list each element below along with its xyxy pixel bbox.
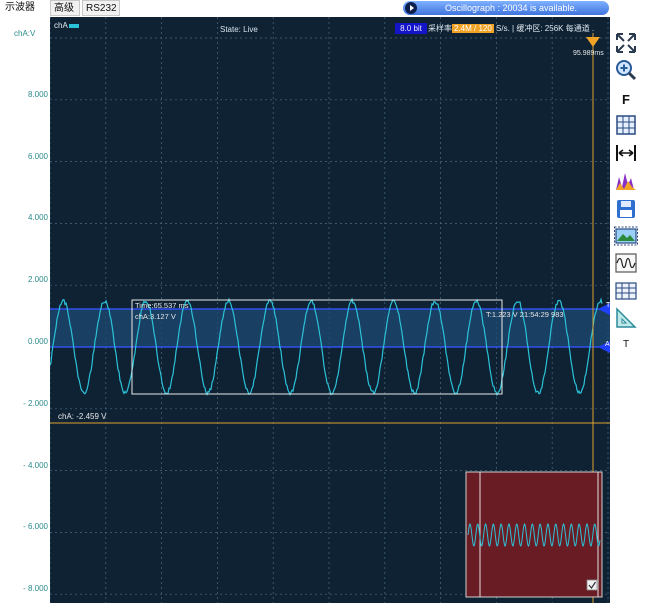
- spectrum-icon: [614, 169, 638, 193]
- measure-time: Time:65.537 ms: [135, 301, 189, 310]
- play-icon[interactable]: [405, 2, 417, 14]
- save-button[interactable]: [612, 196, 640, 222]
- zoom-button[interactable]: [612, 57, 640, 83]
- ruler-button[interactable]: [612, 305, 640, 331]
- availability-notice[interactable]: Oscillograph : 20034 is available.: [403, 1, 609, 15]
- trigger-time-marker[interactable]: [586, 37, 600, 47]
- trigger-info: T:1.223 V 21:54:29 983: [486, 310, 564, 319]
- spectrum-button[interactable]: [612, 168, 640, 194]
- grid-icon: [614, 113, 638, 137]
- screenshot-icon: [614, 224, 638, 248]
- top-tab-bar: 示波器 高级 RS232 Oscillograph : 20034 is ava…: [0, 0, 650, 17]
- save-icon: [614, 197, 638, 221]
- bit-depth-badge: 8.0 bit: [395, 23, 427, 34]
- cursor-voltage-label: chA: -2.459 V: [58, 412, 106, 421]
- wave-button[interactable]: [612, 250, 640, 276]
- channel-marker-label: A: [605, 341, 610, 348]
- y-tick-label: 0.000: [4, 337, 48, 346]
- sample-rate-badge[interactable]: 2.4M / 120: [452, 24, 494, 33]
- y-tick-label: - 2.000: [4, 399, 48, 408]
- tab-rs232[interactable]: RS232: [82, 0, 120, 16]
- measure-width-button[interactable]: [612, 140, 640, 166]
- y-tick-label: - 8.000: [4, 584, 48, 593]
- f-icon: F: [622, 92, 630, 107]
- notice-text: Oscillograph : 20034 is available.: [445, 3, 577, 13]
- tab-advanced[interactable]: 高级: [50, 0, 80, 16]
- wave-icon: [614, 251, 638, 275]
- y-tick-label: 8.000: [4, 90, 48, 99]
- y-tick-label: 6.000: [4, 152, 48, 161]
- ruler-icon: [614, 306, 638, 330]
- measure-voltage: chA:3.127 V: [135, 312, 176, 321]
- y-tick-label: - 4.000: [4, 461, 48, 470]
- state-label: State: Live: [220, 25, 258, 34]
- trigger-time-readout: 95.989ms: [573, 50, 604, 57]
- table-icon: [614, 279, 638, 303]
- overview-checkbox[interactable]: [587, 580, 597, 590]
- y-tick-label: - 6.000: [4, 522, 48, 531]
- fit-screen-icon: [614, 31, 638, 55]
- tab-oscilloscope[interactable]: 示波器: [2, 0, 46, 16]
- oscilloscope-display[interactable]: chA State: Live 8.0 bit 采样率 2.4M / 120 S/…: [50, 17, 610, 603]
- screenshot-button[interactable]: [612, 223, 640, 249]
- grid-button[interactable]: [612, 112, 640, 138]
- zoom-icon: [614, 58, 638, 82]
- channel-label[interactable]: chA: [54, 21, 79, 30]
- table-button[interactable]: [612, 278, 640, 304]
- y-tick-label: 2.000: [4, 275, 48, 284]
- sample-rate-info: 采样率 2.4M / 120 S/s. | 缓冲区: 256K 每通道 .: [428, 23, 594, 34]
- text-button[interactable]: T: [612, 331, 640, 357]
- fit-screen-button[interactable]: [612, 30, 640, 56]
- trigger-marker-label: T: [606, 302, 610, 309]
- channel-color-swatch: [69, 24, 79, 28]
- text-icon: T: [623, 339, 629, 350]
- y-axis-panel: chA:V 8.000 6.000 4.000 2.000 0.000 - 2.…: [0, 17, 50, 603]
- measure-width-icon: [614, 141, 638, 165]
- y-tick-label: 4.000: [4, 213, 48, 222]
- f-button[interactable]: F: [612, 86, 640, 112]
